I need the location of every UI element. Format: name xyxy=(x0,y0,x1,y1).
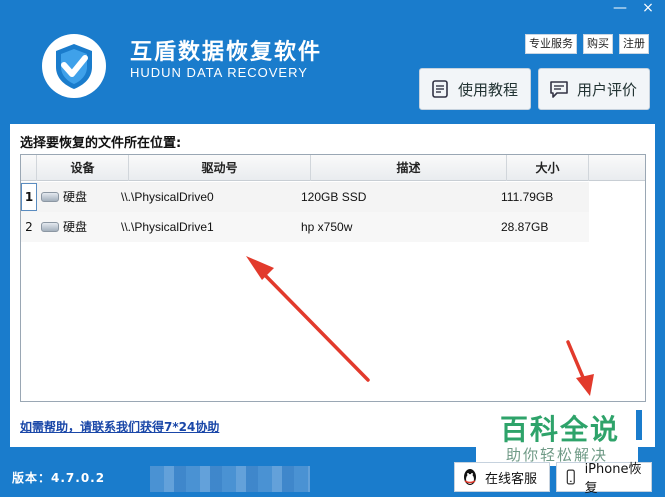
version-label: 版本：4.7.0.2 xyxy=(12,471,106,485)
next-button-edge[interactable] xyxy=(636,410,642,440)
app-window: — × 互盾数据恢复软件 HUDUN DATA RECOVERY 专业服务 购买… xyxy=(0,0,665,497)
iphone-recovery-label: iPhone恢复 xyxy=(584,462,642,496)
phone-icon xyxy=(566,469,575,485)
arrow-to-table-icon xyxy=(246,256,370,382)
online-service-button[interactable]: 在线客服 xyxy=(454,462,550,492)
blurred-region xyxy=(150,466,310,492)
watermark-main-text: 百科全说 xyxy=(500,413,621,446)
online-service-label: 在线客服 xyxy=(485,471,538,487)
arrow-to-corner-icon xyxy=(566,340,594,396)
iphone-recovery-button[interactable]: iPhone恢复 xyxy=(556,462,652,496)
qq-penguin-icon xyxy=(464,469,476,485)
